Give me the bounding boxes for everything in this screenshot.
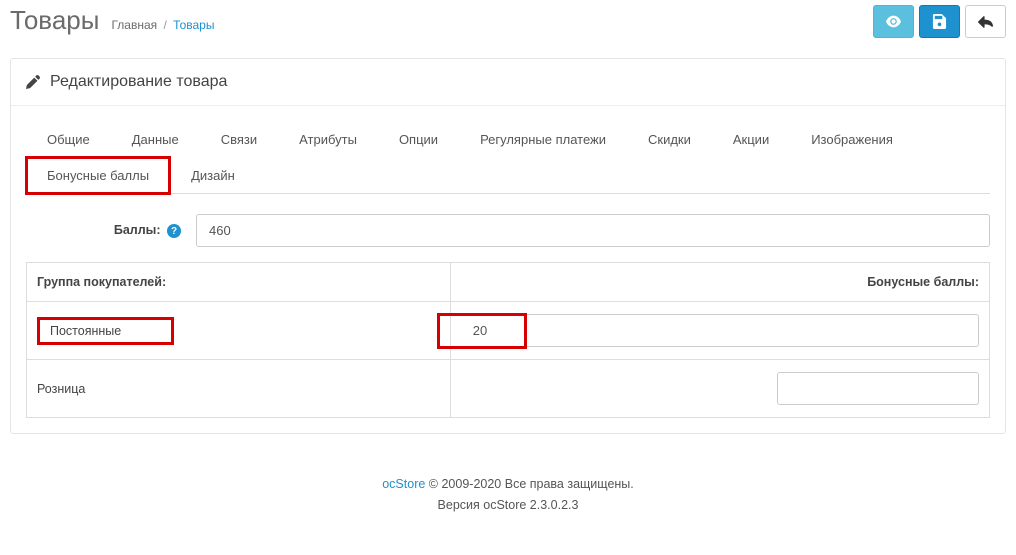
eye-icon: [886, 14, 901, 29]
panel-title: Редактирование товара: [50, 73, 227, 91]
group-points-input[interactable]: [777, 372, 979, 405]
tab-4[interactable]: Опции: [378, 121, 459, 158]
panel-heading: Редактирование товара: [11, 59, 1005, 106]
breadcrumb-current[interactable]: Товары: [173, 18, 214, 32]
tab-1[interactable]: Данные: [111, 121, 200, 158]
footer-brand-link[interactable]: ocStore: [382, 477, 425, 491]
tab-7[interactable]: Акции: [712, 121, 790, 158]
save-button[interactable]: [919, 5, 960, 38]
breadcrumb: Главная / Товары: [111, 18, 214, 32]
group-cell: Постоянные: [27, 302, 451, 360]
table-header-points: Бонусные баллы:: [450, 263, 989, 302]
points-label: Баллы: ?: [26, 223, 196, 239]
tab-2[interactable]: Связи: [200, 121, 278, 158]
tab-8[interactable]: Изображения: [790, 121, 914, 158]
page-title: Товары: [10, 5, 99, 36]
points-input[interactable]: [196, 214, 990, 247]
footer-version: Версия ocStore 2.3.0.2.3: [0, 495, 1016, 516]
tab-5[interactable]: Регулярные платежи: [459, 121, 627, 158]
tab-10[interactable]: Дизайн: [170, 157, 256, 194]
table-header-group: Группа покупателей:: [27, 263, 451, 302]
pencil-icon: [26, 75, 40, 89]
view-button[interactable]: [873, 5, 914, 38]
tab-6[interactable]: Скидки: [627, 121, 712, 158]
table-row: Розница: [27, 360, 990, 418]
tab-9[interactable]: Бонусные баллы: [26, 157, 170, 194]
breadcrumb-home[interactable]: Главная: [111, 18, 157, 32]
group-cell: Розница: [27, 360, 451, 418]
points-cell: [450, 360, 989, 418]
footer-copyright: © 2009-2020 Все права защищены.: [425, 477, 633, 491]
save-icon: [932, 14, 947, 29]
table-row: Постоянные: [27, 302, 990, 360]
group-points-input[interactable]: [461, 314, 979, 347]
back-button[interactable]: [965, 5, 1006, 38]
points-cell: [450, 302, 989, 360]
footer: ocStore © 2009-2020 Все права защищены. …: [0, 454, 1016, 537]
help-icon[interactable]: ?: [167, 224, 181, 238]
tab-3[interactable]: Атрибуты: [278, 121, 378, 158]
tab-0[interactable]: Общие: [26, 121, 111, 158]
reply-icon: [978, 14, 993, 29]
